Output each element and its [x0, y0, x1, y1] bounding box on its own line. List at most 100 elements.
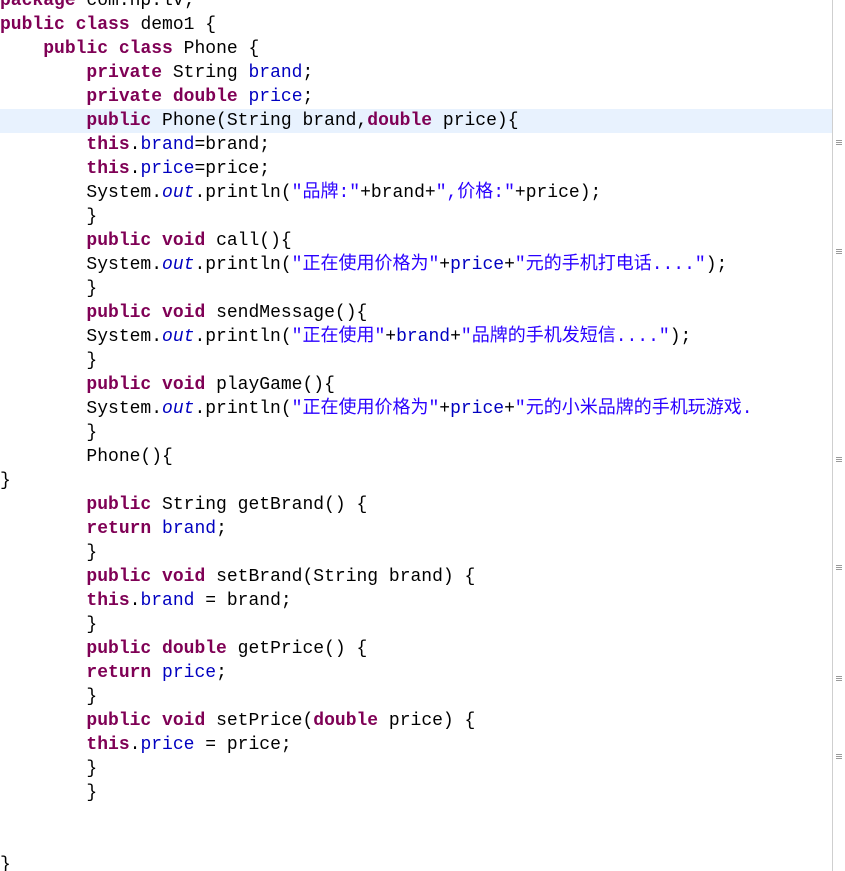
code-line[interactable]: public void call(){	[0, 229, 832, 253]
occurrence-mark-icon[interactable]	[836, 565, 842, 570]
code-token: ;	[216, 663, 227, 683]
code-token: "元的手机打电话...."	[514, 255, 706, 275]
code-token: .	[129, 159, 141, 179]
code-token: +	[450, 327, 461, 347]
occurrence-mark-icon[interactable]	[836, 676, 842, 681]
code-line[interactable]: System.out.println("正在使用价格为"+price+"元的手机…	[0, 253, 832, 277]
code-token: public	[86, 711, 152, 731]
code-token: brand	[140, 135, 195, 155]
code-line[interactable]: public String getBrand() {	[0, 493, 832, 517]
code-editor[interactable]: package com.hp.lv; public class demo1 { p…	[0, 0, 832, 871]
code-line[interactable]: this.price=price;	[0, 157, 832, 181]
code-token: void	[162, 231, 206, 251]
code-line[interactable]: public void playGame(){	[0, 373, 832, 397]
code-line[interactable]: }	[0, 349, 832, 373]
occurrence-mark-icon[interactable]	[836, 249, 842, 254]
code-line[interactable]: }	[0, 421, 832, 445]
code-token: +	[439, 399, 451, 419]
code-token: public	[86, 567, 152, 587]
code-line[interactable]: this.price = price;	[0, 733, 832, 757]
code-token: getPrice() {	[226, 639, 368, 659]
code-token: public	[86, 231, 152, 251]
code-token: private	[86, 63, 163, 83]
code-line[interactable]: }	[0, 853, 832, 871]
code-line[interactable]: }	[0, 469, 832, 493]
code-token: setBrand(String brand) {	[205, 567, 476, 587]
code-line[interactable]: System.out.println("正在使用"+brand+"品牌的手机发短…	[0, 325, 832, 349]
code-line[interactable]: this.brand=brand;	[0, 133, 832, 157]
occurrence-mark-icon[interactable]	[836, 457, 842, 462]
occurrence-mark-icon[interactable]	[836, 140, 842, 145]
code-line[interactable]: Phone(){	[0, 445, 832, 469]
code-token: System.	[0, 183, 163, 203]
code-line[interactable]: }	[0, 277, 832, 301]
code-token: return	[86, 663, 152, 683]
code-token: public	[86, 111, 152, 131]
code-token: price	[140, 735, 195, 755]
code-line[interactable]: }	[0, 781, 832, 805]
code-token: );	[705, 255, 728, 275]
code-token: price	[248, 87, 303, 107]
code-line[interactable]	[0, 829, 832, 853]
code-line[interactable]: }	[0, 205, 832, 229]
code-token: "正在使用"	[291, 327, 386, 347]
code-line[interactable]: public void setBrand(String brand) {	[0, 565, 832, 589]
code-line[interactable]: }	[0, 613, 832, 637]
code-line[interactable]: System.out.println("正在使用价格为"+price+"元的小米…	[0, 397, 832, 421]
code-line[interactable]	[0, 805, 832, 829]
code-line[interactable]: }	[0, 685, 832, 709]
overview-ruler[interactable]	[832, 0, 845, 871]
code-line[interactable]: System.out.println("品牌:"+brand+",价格:"+pr…	[0, 181, 832, 205]
code-token: demo1 {	[129, 15, 217, 35]
code-token: double	[172, 87, 238, 107]
code-token: out	[162, 255, 195, 275]
code-token: );	[669, 327, 692, 347]
code-token: void	[162, 711, 206, 731]
code-line[interactable]: return price;	[0, 661, 832, 685]
code-line[interactable]: public class Phone {	[0, 37, 832, 61]
occurrence-mark-icon[interactable]	[836, 754, 842, 759]
code-line[interactable]: public void sendMessage(){	[0, 301, 832, 325]
code-line[interactable]: private String brand;	[0, 61, 832, 85]
code-token: ;	[302, 63, 314, 83]
code-line[interactable]: package com.hp.lv;	[0, 0, 832, 13]
code-token: }	[0, 687, 98, 707]
code-token: double	[162, 639, 227, 659]
code-token: brand	[162, 519, 217, 539]
code-line[interactable]: }	[0, 541, 832, 565]
code-token: class	[118, 39, 173, 59]
code-line[interactable]: this.brand = brand;	[0, 589, 832, 613]
code-token: price	[450, 255, 505, 275]
code-text-area[interactable]: package com.hp.lv; public class demo1 { p…	[0, 0, 832, 871]
code-token: brand	[248, 63, 303, 83]
code-line[interactable]: private double price;	[0, 85, 832, 109]
code-token: brand	[140, 591, 195, 611]
code-token: "品牌的手机发短信...."	[460, 327, 670, 347]
code-token: Phone {	[172, 39, 260, 59]
code-line[interactable]: public void setPrice(double price) {	[0, 709, 832, 733]
code-line[interactable]: public double getPrice() {	[0, 637, 832, 661]
current-code-line[interactable]: public Phone(String brand,double price){	[0, 109, 832, 133]
code-token: "品牌:"	[291, 183, 361, 203]
code-token: public	[86, 303, 152, 323]
code-token: +	[439, 255, 451, 275]
code-token: brand	[396, 327, 451, 347]
code-line[interactable]: return brand;	[0, 517, 832, 541]
code-token: void	[162, 303, 206, 323]
code-line[interactable]: }	[0, 757, 832, 781]
code-token: .println(	[194, 183, 292, 203]
code-line[interactable]: public class demo1 {	[0, 13, 832, 37]
